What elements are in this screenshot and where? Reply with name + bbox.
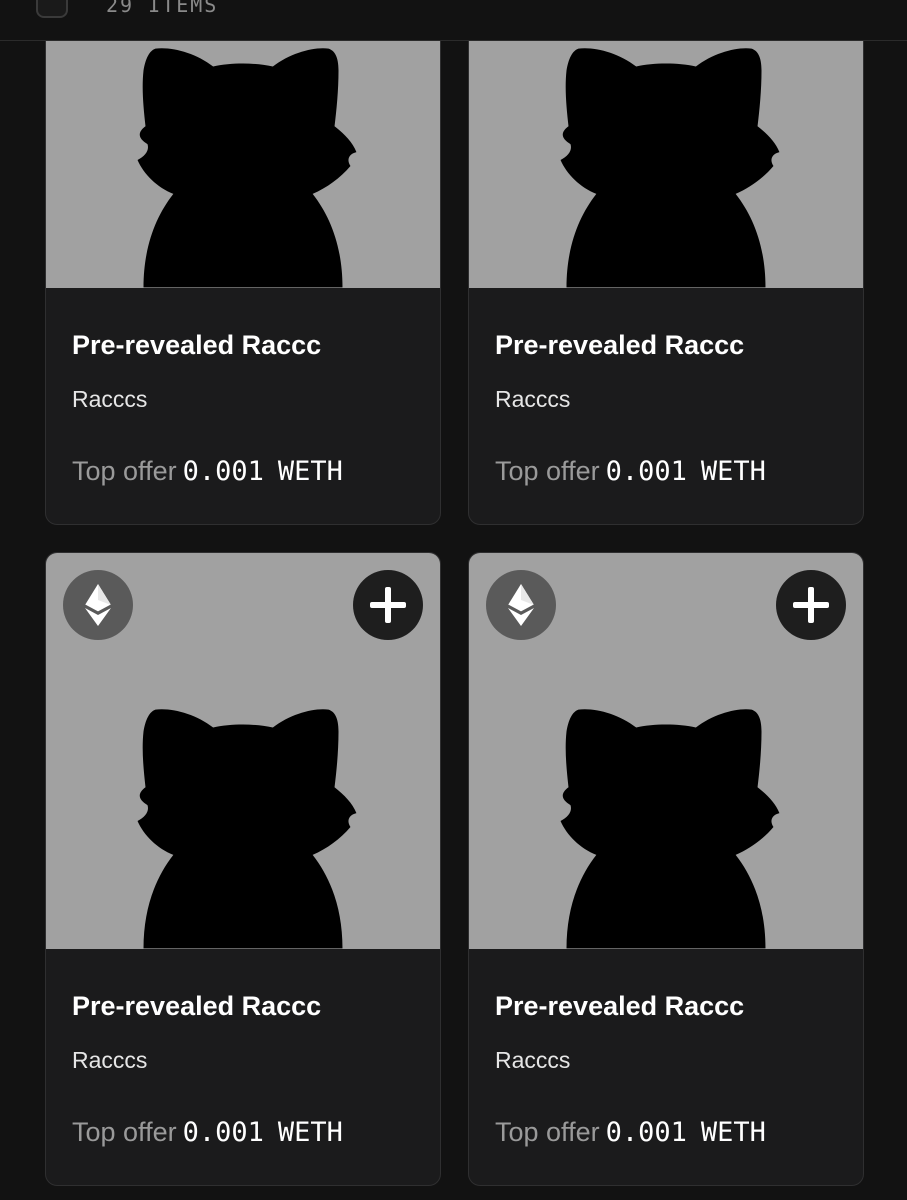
nft-grid-page: 29 ITEMS Pre-revealed Raccc Racccs Top o… [0,0,907,1200]
top-offer-currency: WETH [277,1117,343,1148]
ethereum-icon [85,584,111,626]
nft-card-info: Pre-revealed Raccc Racccs Top offer 0.001… [469,288,863,524]
nft-collection[interactable]: Racccs [72,1047,147,1074]
nft-collection[interactable]: Racccs [495,386,570,413]
top-offer: Top offer 0.001 WETH [72,1117,343,1148]
top-offer-amount: 0.001 [605,1117,687,1148]
nft-card[interactable]: Pre-revealed Raccc Racccs Top offer 0.001… [468,552,864,1186]
add-to-cart-button[interactable] [776,570,846,640]
nft-image [46,0,440,288]
nft-collection[interactable]: Racccs [72,386,147,413]
top-offer-currency: WETH [277,456,343,487]
nft-card[interactable]: Pre-revealed Raccc Racccs Top offer 0.001… [45,0,441,525]
raccoon-silhouette [137,48,357,288]
nft-card-info: Pre-revealed Raccc Racccs Top offer 0.001… [46,288,440,524]
items-toolbar: 29 ITEMS [0,0,907,41]
plus-icon [793,587,829,623]
nft-name[interactable]: Pre-revealed Raccc [72,991,321,1022]
raccoon-silhouette [560,48,780,288]
nft-name[interactable]: Pre-revealed Raccc [495,991,744,1022]
top-offer-label: Top offer [72,1117,177,1147]
top-offer: Top offer 0.001 WETH [495,456,766,487]
nft-image [469,0,863,288]
top-offer-currency: WETH [700,456,766,487]
nft-image [46,553,440,949]
top-offer-amount: 0.001 [605,456,687,487]
top-offer-label: Top offer [495,1117,600,1147]
plus-icon [370,587,406,623]
nft-card-info: Pre-revealed Raccc Racccs Top offer 0.001… [46,949,440,1185]
nft-name[interactable]: Pre-revealed Raccc [495,330,744,361]
nft-card[interactable]: Pre-revealed Raccc Racccs Top offer 0.001… [468,0,864,525]
top-offer: Top offer 0.001 WETH [495,1117,766,1148]
raccoon-silhouette [560,709,780,949]
ethereum-icon [508,584,534,626]
ethereum-chain-badge [486,570,556,640]
ethereum-chain-badge [63,570,133,640]
nft-card[interactable]: Pre-revealed Raccc Racccs Top offer 0.001… [45,552,441,1186]
top-offer-currency: WETH [700,1117,766,1148]
nft-collection[interactable]: Racccs [495,1047,570,1074]
top-offer: Top offer 0.001 WETH [72,456,343,487]
items-count: 29 ITEMS [106,0,219,17]
top-offer-label: Top offer [72,456,177,486]
select-all-checkbox[interactable] [36,0,68,18]
nft-card-info: Pre-revealed Raccc Racccs Top offer 0.001… [469,949,863,1185]
add-to-cart-button[interactable] [353,570,423,640]
raccoon-silhouette [137,709,357,949]
nft-image [469,553,863,949]
nft-name[interactable]: Pre-revealed Raccc [72,330,321,361]
top-offer-amount: 0.001 [182,1117,264,1148]
top-offer-amount: 0.001 [182,456,264,487]
top-offer-label: Top offer [495,456,600,486]
